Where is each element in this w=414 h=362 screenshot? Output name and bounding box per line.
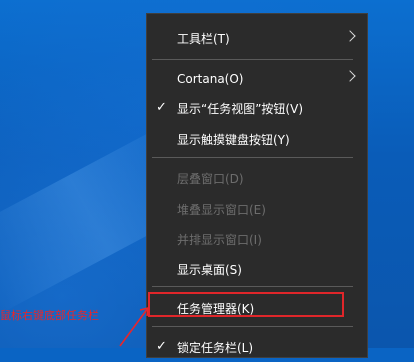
menu-item-label: 锁定任务栏(L) — [177, 341, 254, 355]
menu-item-label: 显示“任务视图”按钮(V) — [177, 102, 304, 116]
task-manager-highlight-box — [148, 292, 344, 317]
menu-item-cascade-windows: 层叠窗口(D) — [147, 165, 367, 193]
menu-item-side-by-side-windows: 并排显示窗口(I) — [147, 226, 367, 254]
menu-separator — [152, 286, 353, 287]
menu-item-lock-taskbar[interactable]: ✓ 锁定任务栏(L) — [147, 334, 367, 362]
menu-item-show-touch-keyboard-button[interactable]: 显示触摸键盘按钮(Y) — [147, 126, 367, 154]
menu-item-label: 堆叠显示窗口(E) — [177, 203, 266, 217]
menu-item-label: 工具栏(T) — [177, 32, 230, 46]
menu-item-toolbars[interactable]: 工具栏(T) — [147, 25, 367, 53]
menu-separator — [152, 59, 353, 60]
menu-item-label: 显示触摸键盘按钮(Y) — [177, 133, 290, 147]
menu-separator — [152, 326, 353, 327]
menu-separator — [152, 157, 353, 158]
menu-item-label: 层叠窗口(D) — [177, 172, 244, 186]
annotation-arrow-icon — [119, 306, 149, 347]
menu-item-cortana[interactable]: Cortana(O) — [147, 65, 367, 93]
checkmark-icon: ✓ — [156, 100, 167, 115]
menu-item-label: 并排显示窗口(I) — [177, 233, 262, 247]
chevron-right-icon — [344, 30, 356, 42]
menu-item-show-desktop[interactable]: 显示桌面(S) — [147, 256, 367, 284]
menu-item-show-task-view-button[interactable]: ✓ 显示“任务视图”按钮(V) — [147, 95, 367, 123]
menu-item-label: Cortana(O) — [177, 72, 244, 86]
annotation-text: 鼠标右键底部任务栏 — [0, 309, 99, 322]
menu-item-stack-windows: 堆叠显示窗口(E) — [147, 196, 367, 224]
chevron-right-icon — [344, 70, 356, 82]
menu-item-label: 显示桌面(S) — [177, 263, 242, 277]
